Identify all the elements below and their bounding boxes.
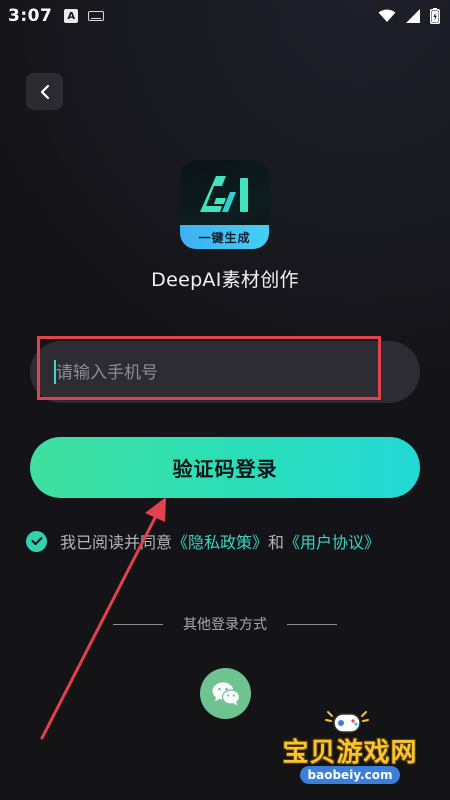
agreement-checkbox[interactable] <box>26 530 47 552</box>
accessibility-indicator-icon: A <box>64 9 79 23</box>
other-login-divider: 其他登录方式 <box>0 614 450 634</box>
keyboard-icon <box>88 11 105 21</box>
wechat-login-button[interactable] <box>200 668 251 719</box>
divider-line-right <box>287 623 337 625</box>
ai-logo-icon <box>199 176 248 212</box>
agreement-text: 我已阅读并同意 <box>60 533 173 552</box>
user-agreement-link[interactable]: 《用户协议》 <box>284 529 380 553</box>
sms-login-button[interactable]: 验证码登录 <box>30 437 420 498</box>
battery-icon <box>430 8 440 24</box>
chevron-left-icon <box>40 84 49 99</box>
watermark-url: baobeiy.com <box>300 766 400 784</box>
watermark-name: 宝贝游戏网 <box>282 738 418 768</box>
signal-icon <box>406 9 420 23</box>
phone-number-input[interactable] <box>54 341 398 405</box>
text-cursor <box>54 360 56 384</box>
phone-input-container[interactable] <box>30 341 420 405</box>
status-bar: 3:07 A <box>0 0 450 32</box>
status-icons <box>378 8 440 24</box>
logo-banner: 一键生成 <box>180 225 269 249</box>
check-icon <box>31 537 42 545</box>
app-logo: 一键生成 <box>180 160 269 249</box>
wechat-icon <box>212 682 240 705</box>
agreement-row: 我已阅读并同意 《隐私政策》 和 《用户协议》 <box>26 529 380 553</box>
wifi-icon <box>378 9 396 22</box>
other-login-label: 其他登录方式 <box>183 617 267 633</box>
privacy-policy-link[interactable]: 《隐私政策》 <box>172 529 268 553</box>
divider-line-left <box>113 623 163 625</box>
agreement-conjunction: 和 <box>268 533 285 552</box>
back-button[interactable] <box>26 73 63 110</box>
app-name: DeepAI素材创作 <box>151 269 299 291</box>
status-time: 3:07 <box>8 6 53 26</box>
watermark: 宝贝游戏网 baobeiy.com <box>270 706 430 788</box>
logo-ai-mark <box>180 168 269 222</box>
